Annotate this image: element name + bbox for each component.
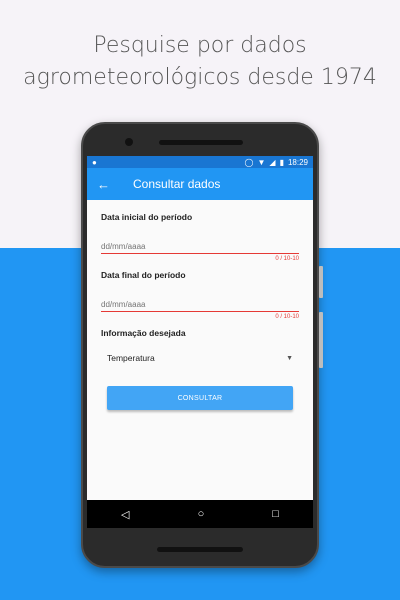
start-date-input[interactable] [101,242,299,251]
info-selected-value: Temperatura [107,353,155,363]
front-camera [125,138,133,146]
nav-home-icon[interactable]: ○ [198,508,205,520]
info-label: Informação desejada [101,328,186,338]
start-date-field[interactable] [101,236,299,254]
headline-line-1: Pesquise por dados [93,33,307,58]
dropdown-arrow-icon: ▼ [286,354,293,362]
end-date-counter: 0 / 10-10 [275,314,299,320]
power-button [319,312,323,368]
phone-screen: ● ◯ ▼ ◢ ▮ 18:29 ← Consultar dados Data i… [87,156,313,528]
wifi-icon: ▼ [257,157,266,167]
end-date-input[interactable] [101,300,299,309]
navigation-bar: ◁ ○ □ [87,500,313,528]
bottom-speaker [157,547,243,552]
end-date-label: Data final do período [101,270,186,280]
nav-recents-icon[interactable]: □ [272,508,279,520]
info-select[interactable]: Temperatura ▼ [101,350,299,366]
page-title: Consultar dados [133,177,221,191]
nav-back-icon[interactable]: ◁ [121,508,129,521]
android-icon: ● [92,157,97,167]
arrow-back-icon[interactable]: ← [97,177,121,192]
signal-icon: ◢ [269,157,276,167]
headline-line-2: agrometeorológicos desde 1974 [23,65,377,90]
end-date-field[interactable] [101,294,299,312]
earpiece-speaker [159,140,243,145]
status-time: 18:29 [287,157,308,167]
volume-button [319,266,323,298]
start-date-counter: 0 / 10-10 [275,256,299,262]
phone-frame: ● ◯ ▼ ◢ ▮ 18:29 ← Consultar dados Data i… [81,122,323,568]
battery-icon: ▮ [279,157,284,167]
app-bar: ← Consultar dados [87,168,313,200]
consultar-button[interactable]: CONSULTAR [107,386,293,410]
status-bar: ● ◯ ▼ ◢ ▮ 18:29 [87,156,313,168]
promo-headline: Pesquise por dados agrometeorológicos de… [0,30,400,94]
vibrate-icon: ◯ [244,157,254,167]
start-date-label: Data inicial do período [101,212,193,222]
query-form: Data inicial do período 0 / 10-10 Data f… [87,212,313,410]
